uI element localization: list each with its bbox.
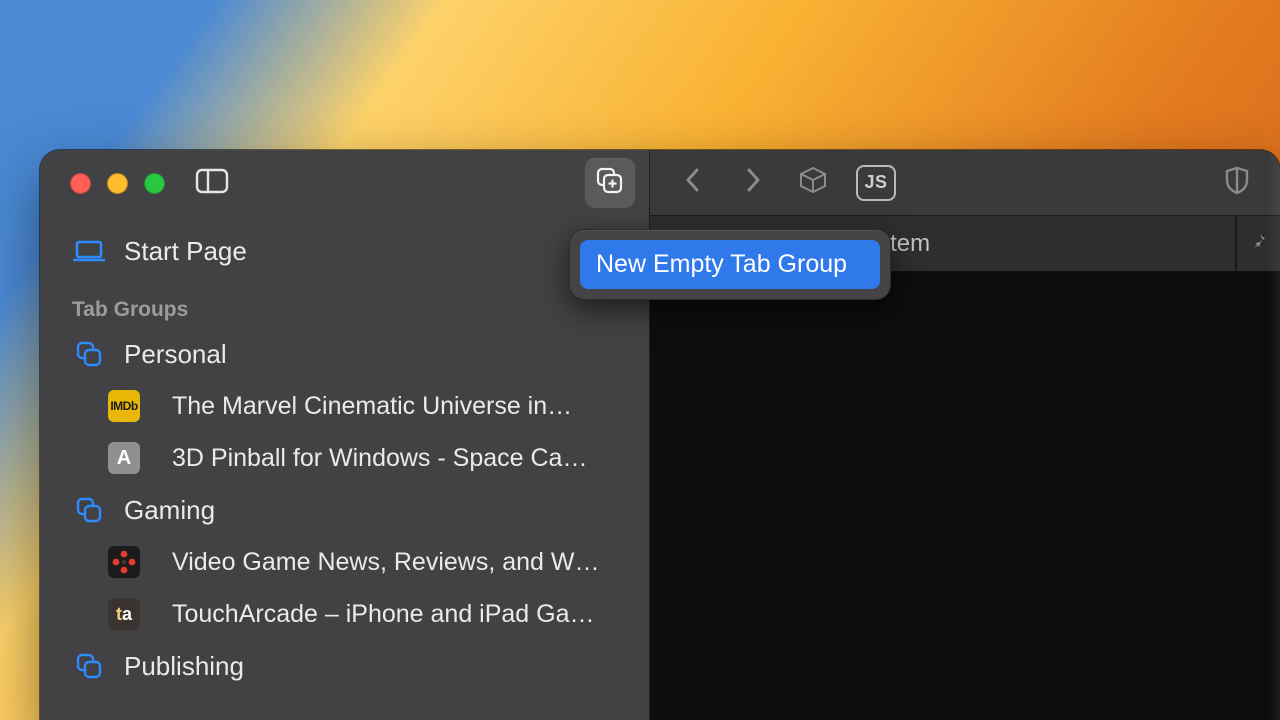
tab-group-icon [72, 652, 106, 680]
menu-item-new-empty-tab-group[interactable]: New Empty Tab Group [580, 240, 880, 289]
new-tab-group-popover: New Empty Tab Group [570, 230, 890, 299]
tab-group-icon [72, 340, 106, 368]
browser-window: Start Page Tab Groups Personal IMDb The … [40, 150, 1280, 720]
zoom-window-button[interactable] [144, 173, 165, 194]
tab-group-personal[interactable]: Personal [66, 328, 635, 380]
sidebar-item-label: Start Page [124, 236, 247, 267]
tab-group-publishing[interactable]: Publishing [66, 640, 635, 692]
privacy-report-button[interactable] [1220, 166, 1254, 200]
tab-title: TouchArcade – iPhone and iPad Ga… [172, 600, 595, 629]
favicon-generic: A [108, 442, 140, 474]
sidebar-body: Start Page Tab Groups Personal IMDb The … [40, 216, 649, 692]
tab-title: Video Game News, Reviews, and W… [172, 548, 599, 577]
toolbar: JS [650, 150, 1280, 216]
tab-item[interactable]: Video Game News, Reviews, and W… [66, 536, 635, 588]
js-icon: JS [864, 172, 887, 193]
toggle-sidebar-button[interactable] [195, 169, 229, 197]
tab-group-label: Gaming [124, 495, 215, 526]
tab-group-label: Publishing [124, 651, 244, 682]
sidebar-titlebar [40, 150, 649, 216]
tab-group-icon [72, 496, 106, 524]
window-controls [70, 173, 165, 194]
pin-icon [1249, 231, 1269, 256]
tab-group-gaming[interactable]: Gaming [66, 484, 635, 536]
minimize-window-button[interactable] [107, 173, 128, 194]
laptop-icon [72, 239, 106, 263]
javascript-console-button[interactable]: JS [856, 165, 896, 201]
pin-tab-button[interactable] [1236, 216, 1280, 271]
menu-item-label: New Empty Tab Group [596, 250, 847, 278]
ar-quicklook-button[interactable] [796, 166, 830, 200]
tab-item[interactable]: ta TouchArcade – iPhone and iPad Ga… [66, 588, 635, 640]
tab-title: The Marvel Cinematic Universe in… [172, 392, 572, 421]
sidebar-icon [195, 167, 229, 200]
sidebar-item-start-page[interactable]: Start Page [66, 222, 635, 280]
favicon-imdb: IMDb [108, 390, 140, 422]
forward-button[interactable] [736, 166, 770, 200]
new-tab-group-button[interactable] [585, 158, 635, 208]
tab-item[interactable]: A 3D Pinball for Windows - Space Ca… [66, 432, 635, 484]
tab-item[interactable]: IMDb The Marvel Cinematic Universe in… [66, 380, 635, 432]
cube-icon [798, 165, 828, 200]
tab-title: 3D Pinball for Windows - Space Ca… [172, 444, 587, 473]
chevron-right-icon [743, 166, 763, 199]
favicon-ign [108, 546, 140, 578]
back-button[interactable] [676, 166, 710, 200]
sidebar-section-title: Tab Groups [66, 280, 635, 328]
tab-group-label: Personal [124, 339, 227, 370]
close-window-button[interactable] [70, 173, 91, 194]
sidebar: Start Page Tab Groups Personal IMDb The … [40, 150, 650, 720]
popover: New Empty Tab Group [570, 230, 890, 299]
chevron-left-icon [683, 166, 703, 199]
shield-icon [1224, 165, 1250, 200]
favicon-toucharcade: ta [108, 598, 140, 630]
new-tab-group-icon [595, 166, 625, 201]
